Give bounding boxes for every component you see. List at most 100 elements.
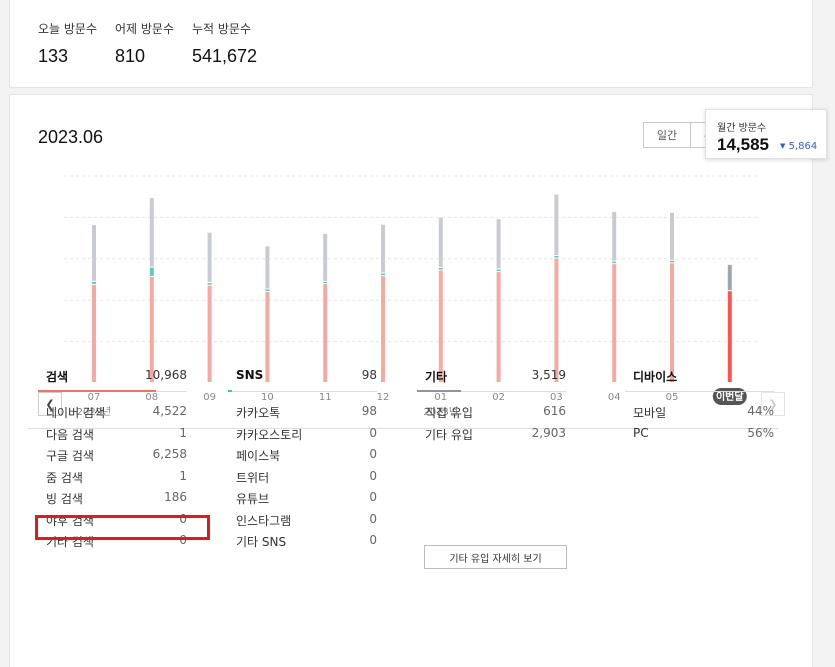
section-header: 디바이스 [625,360,774,392]
other-traffic-detail-button[interactable]: 기타 유입 자세히 보기 [424,545,567,569]
bar-segment [381,276,385,382]
stat-row-value: 0 [369,468,377,483]
bar-segment [323,233,328,281]
bar-segment [92,281,96,284]
stat-row: 다음 검색 1 [38,426,187,448]
section-header: 검색 10,968 [38,360,187,392]
stat-row-label: 구글 검색 [46,449,94,463]
stat-row-value: 2,903 [531,425,566,440]
stat-row: 모바일 44% [625,404,774,426]
section-name: 검색 [46,370,69,384]
bar-segment [496,269,501,272]
x-tick-label: 02 [492,392,505,403]
bar-segment [670,260,674,263]
stat-row-label: 페이스북 [236,449,281,463]
stat-row-value: 186 [164,490,187,504]
bar-segment [612,261,617,264]
section-name: 기타 [425,370,448,384]
stat-row-label: 빙 검색 [46,492,83,506]
bar-segment [207,232,212,283]
stat-row-label: 유튜브 [236,492,270,506]
bar-segment [438,217,443,267]
chart-tooltip: 월간 방문수 14,585 ▼ 5,864 [705,109,827,159]
section-total: 3,519 [531,368,566,382]
stat-row: 카카오톡 98 [228,404,377,426]
bar-segment [207,283,212,285]
x-tick-label: 10 [261,392,274,403]
stat-row-label: 기타 SNS [236,535,287,549]
x-tick-label: 12 [377,392,390,403]
section-total: 10,968 [145,368,187,382]
section-rows: 모바일 44% PC 56% [625,404,774,447]
bar-segment [612,264,617,382]
stat-row-value: 98 [361,404,377,418]
bar-segment [612,212,617,261]
bar-segment [496,219,501,269]
x-tick-label: 09 [203,392,216,403]
section-total: 98 [361,368,377,382]
stat-row-label: 트위터 [236,470,270,485]
stat-row: 직접 유입 616 [417,404,566,426]
stat-row-value: 1 [179,425,187,440]
stat-row: 유튜브 0 [228,490,377,512]
stat-row-label: 직접 유입 [425,406,473,420]
stat-row-value: 0 [369,490,377,504]
stat-row-value: 1 [179,468,187,483]
stat-row-value: 0 [369,533,377,547]
stat-row: 페이스북 0 [228,447,377,469]
bar-segment [554,256,559,258]
stat-row: 트위터 0 [228,469,377,491]
section-name: SNS [236,368,264,382]
section-accent-bar [417,390,461,392]
bar-segment [554,194,559,256]
stat-row-value: 6,258 [152,447,187,461]
bar-segment [727,264,732,291]
tooltip-label: 월간 방문수 [717,123,767,134]
stat-row: 구글 검색 6,258 [38,447,187,469]
stat-row-value: 44% [747,404,774,418]
stat-row-value: 616 [543,404,566,418]
stat-row-label: 기타 유입 [425,427,473,442]
bar-segment [381,224,385,273]
x-tick-label: 01 [434,392,447,403]
down-arrow-icon: ▼ [780,142,786,150]
stat-row-label: 다음 검색 [46,427,94,442]
section-rows: 직접 유입 616 기타 유입 2,903 [417,404,566,447]
x-tick-label: 03 [550,392,563,403]
section-rows: 카카오톡 98 카카오스토리 0 페이스북 0 트위터 0 유튜브 0 인스타그램 0 기타 SNS 0 [228,404,377,555]
stat-row-label: 인스타그램 [236,513,292,528]
bar-segment [207,285,212,382]
tooltip-value: 14,585 [717,135,769,154]
tooltip-diff: ▼ 5,864 [780,141,817,152]
section-header: SNS 98 [228,360,377,392]
stat-row-label: PC [633,425,649,440]
x-tick-label: 07 [88,392,101,403]
bar-segment [438,267,443,270]
stat-row-value: 0 [369,425,377,440]
section-header: 기타 3,519 [417,360,566,392]
tooltip-diff-value: 5,864 [788,141,818,152]
stat-row: PC 56% [625,426,774,448]
stat-row-value: 56% [747,425,774,440]
stat-row-label: 줌 검색 [46,470,83,485]
bar-segment [323,281,328,284]
highlight-annotation [35,515,210,540]
stat-row: 빙 검색 186 [38,490,187,512]
x-tick-label: 04 [608,392,621,403]
bar-segment [149,267,154,276]
x-tick-label: 11 [319,392,332,403]
stat-row: 인스타그램 0 [228,512,377,534]
stat-row-label: 카카오스토리 [236,427,303,442]
stat-row: 네이버 검색 4,522 [38,404,187,426]
stat-row-label: 카카오톡 [236,406,281,420]
bar-segment [92,225,96,281]
stat-row: 기타 유입 2,903 [417,426,566,448]
section-accent-bar [228,390,232,392]
stat-row-label: 네이버 검색 [46,406,106,420]
bar-segment [381,273,385,276]
stat-row-value: 0 [369,511,377,526]
bar-segment [149,198,154,267]
stat-row-label: 모바일 [633,406,667,420]
stat-row: 카카오스토리 0 [228,426,377,448]
stat-row: 줌 검색 1 [38,469,187,491]
